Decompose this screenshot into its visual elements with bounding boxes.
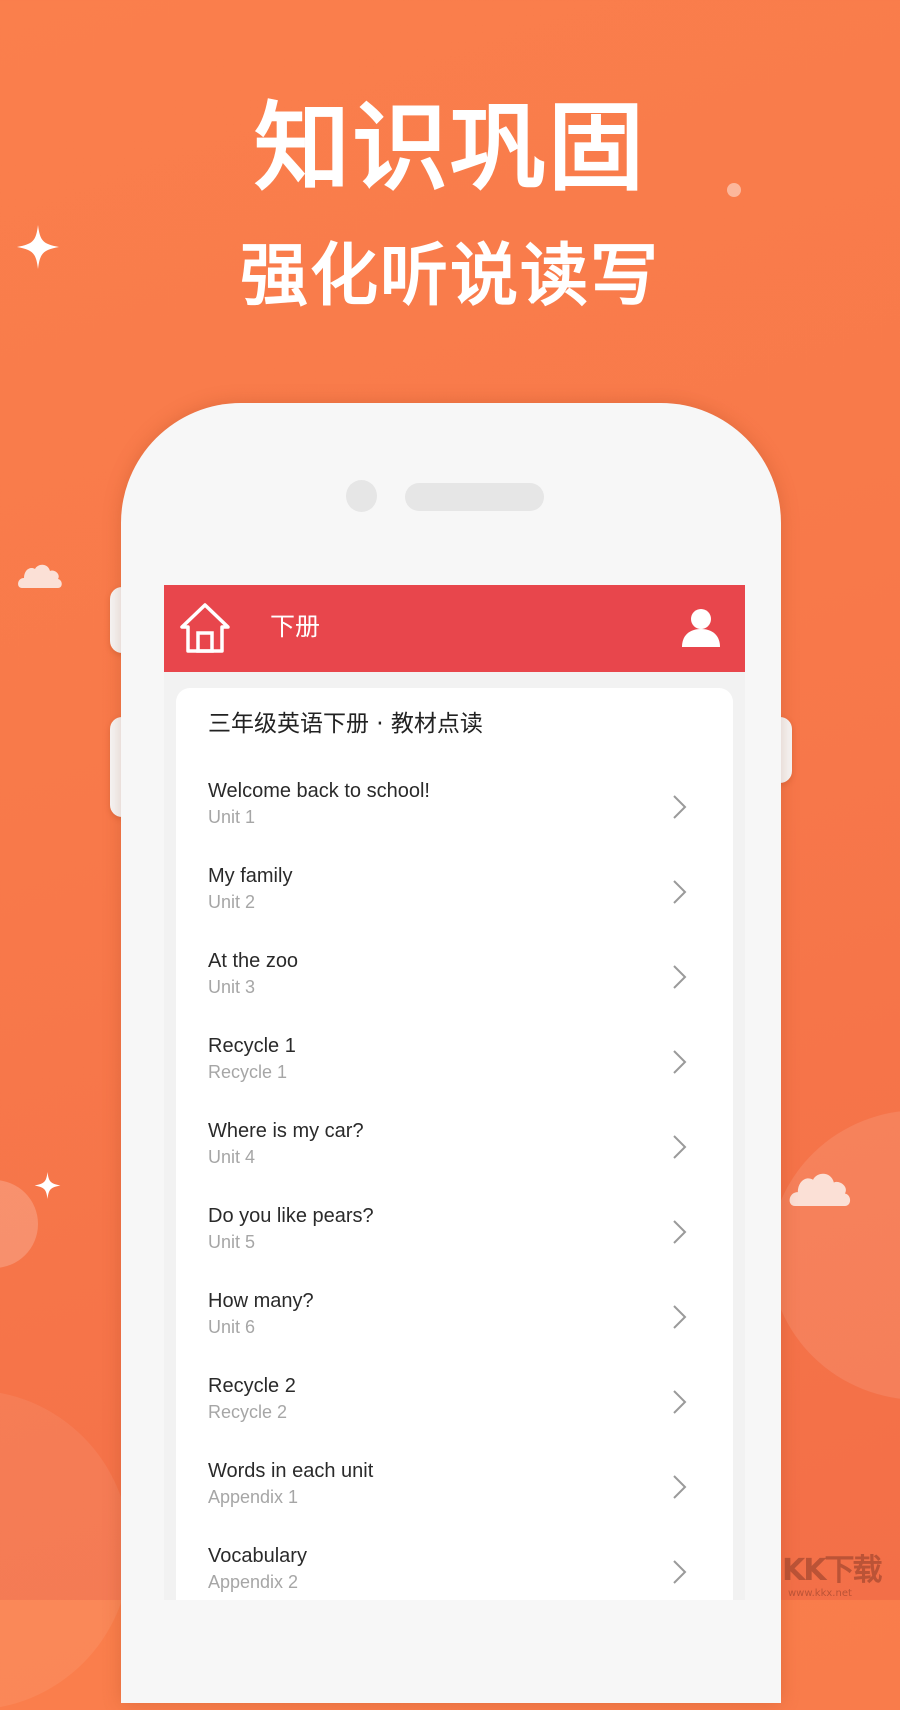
chevron-right-icon	[673, 1475, 687, 1499]
item-title: Recycle 1	[208, 1035, 296, 1057]
list-item[interactable]: Words in each unit Appendix 1	[176, 1448, 733, 1533]
item-title: Vocabulary	[208, 1545, 307, 1567]
cloud-icon	[789, 1173, 851, 1206]
item-title: Where is my car?	[208, 1120, 364, 1142]
list-item[interactable]: How many? Unit 6	[176, 1278, 733, 1363]
item-title: At the zoo	[208, 950, 299, 972]
list-item[interactable]: My family Unit 2	[176, 853, 733, 938]
chevron-right-icon	[673, 1560, 687, 1584]
item-title: Welcome back to school!	[208, 780, 430, 802]
item-subtitle: Appendix 1	[208, 1487, 299, 1507]
phone-camera	[346, 480, 377, 512]
list-item[interactable]: Do you like pears? Unit 5	[176, 1193, 733, 1278]
chevron-right-icon	[673, 1135, 687, 1159]
appbar-title: 下册	[270, 612, 321, 641]
item-subtitle: Unit 5	[208, 1232, 256, 1252]
decor-circle-right	[770, 1110, 900, 1400]
item-subtitle: Appendix 2	[208, 1572, 299, 1592]
decor-circle-bottom-left	[0, 1390, 130, 1710]
list-item[interactable]: At the zoo Unit 3	[176, 938, 733, 1023]
item-title: Recycle 2	[208, 1375, 296, 1397]
chevron-right-icon	[673, 1390, 687, 1414]
lesson-list: Welcome back to school! Unit 1 My family…	[176, 768, 733, 1600]
user-icon[interactable]	[680, 607, 722, 649]
watermark-url: www.kkx.net	[788, 1588, 852, 1599]
item-subtitle: Unit 2	[208, 892, 256, 912]
promo-headline: 知识巩固	[254, 92, 646, 204]
list-item[interactable]: Where is my car? Unit 4	[176, 1108, 733, 1193]
cloud-icon	[18, 564, 62, 588]
app-screen: 下册 三年级英语下册 · 教材点读 Welcome back to school…	[164, 585, 745, 1600]
phone-speaker	[405, 483, 544, 511]
sparkle-icon	[34, 1172, 61, 1199]
lesson-card: 三年级英语下册 · 教材点读 Welcome back to school! U…	[176, 688, 733, 1600]
item-subtitle: Unit 4	[208, 1147, 256, 1167]
chevron-right-icon	[673, 795, 687, 819]
decor-circle-left	[0, 1180, 38, 1268]
item-subtitle: Unit 1	[208, 807, 256, 827]
home-icon[interactable]	[178, 601, 232, 655]
item-subtitle: Recycle 2	[208, 1402, 288, 1422]
card-title: 三年级英语下册 · 教材点读	[208, 711, 483, 737]
chevron-right-icon	[673, 1050, 687, 1074]
item-subtitle: Unit 3	[208, 977, 256, 997]
item-title: Words in each unit	[208, 1460, 374, 1482]
list-item[interactable]: Recycle 2 Recycle 2	[176, 1363, 733, 1448]
list-item[interactable]: Recycle 1 Recycle 1	[176, 1023, 733, 1108]
app-bar: 下册	[164, 585, 745, 672]
chevron-right-icon	[673, 1305, 687, 1329]
watermark-logo: KK下载	[782, 1553, 882, 1588]
item-title: Do you like pears?	[208, 1205, 374, 1227]
list-item[interactable]: Vocabulary Appendix 2	[176, 1533, 733, 1600]
item-subtitle: Unit 6	[208, 1317, 256, 1337]
chevron-right-icon	[673, 1220, 687, 1244]
item-title: My family	[208, 865, 293, 887]
chevron-right-icon	[673, 965, 687, 989]
item-title: How many?	[208, 1290, 314, 1312]
item-subtitle: Recycle 1	[208, 1062, 288, 1082]
promo-subheadline: 强化听说读写	[239, 237, 660, 316]
list-item[interactable]: Welcome back to school! Unit 1	[176, 768, 733, 853]
chevron-right-icon	[673, 880, 687, 904]
watermark: KK下载 www.kkx.net	[782, 1553, 882, 1600]
